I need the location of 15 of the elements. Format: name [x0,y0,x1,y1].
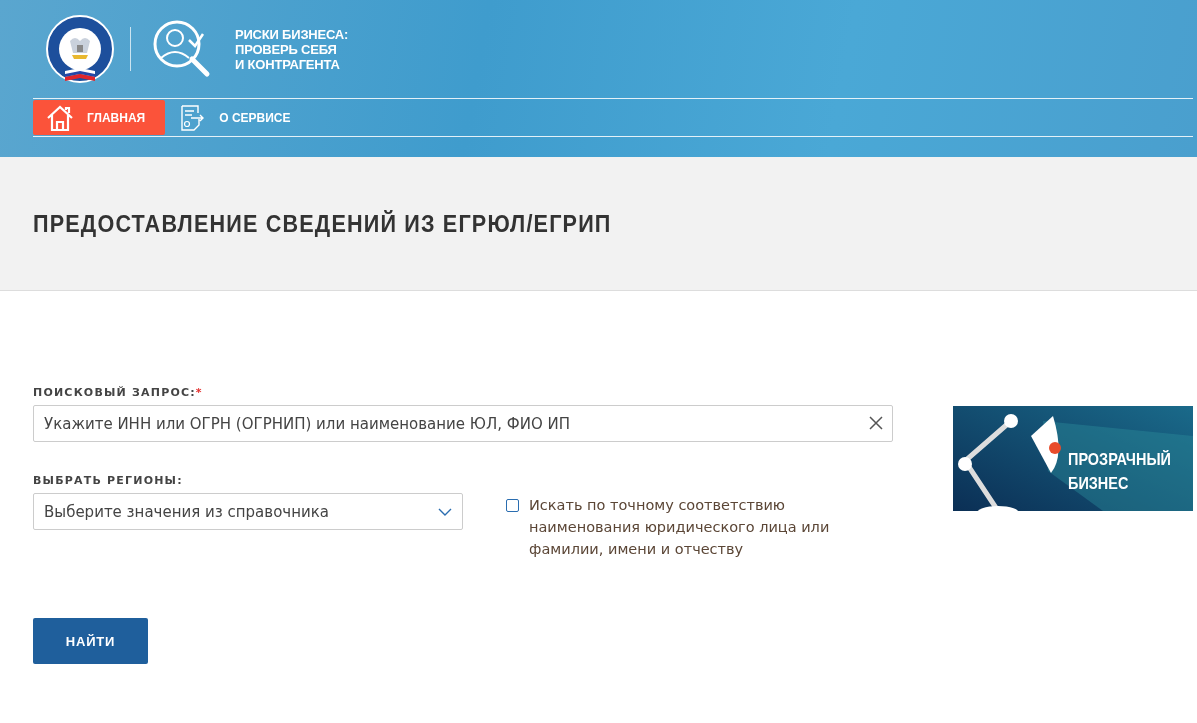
checkbox-label: Искать по точному соответствию наименования юридического лица или фамилии, имени и отчеству [529,496,831,559]
search-button[interactable]: НАЙТИ [33,618,148,664]
chevron-down-icon [438,507,452,516]
search-field[interactable]: Укажите ИНН или ОГРН (ОГРНИП) или наименование ЮЛ, ФИО ИП [33,405,893,442]
banner-title: ПРОЗРАЧНЫЙ БИЗНЕС [1068,449,1171,495]
field-label: ПОИСКОВЫЙ ЗАПРОС:* [33,386,204,399]
promo-banner[interactable]: ПРОЗРАЧНЫЙ БИЗНЕС [953,406,1193,511]
page-title: ПРЕДОСТАВЛЕНИЕ СВЕДЕНИЙ ИЗ ЕГРЮЛ/ЕГРИП [33,209,612,238]
nav-tab[interactable]: ГЛАВНАЯ [33,100,166,135]
region-dropdown[interactable]: Выберите значения из справочника [33,493,463,530]
service-title: РИСКИ БИЗНЕСА: ПРОВЕРЬ СЕБЯ И КОНТРАГЕНТА [235,26,349,72]
field-label: ВЫБРАТЬ РЕГИОНЫ: [33,474,184,487]
close-icon[interactable] [869,416,883,430]
emblem-logo [45,13,115,85]
checkbox[interactable] [506,499,519,512]
